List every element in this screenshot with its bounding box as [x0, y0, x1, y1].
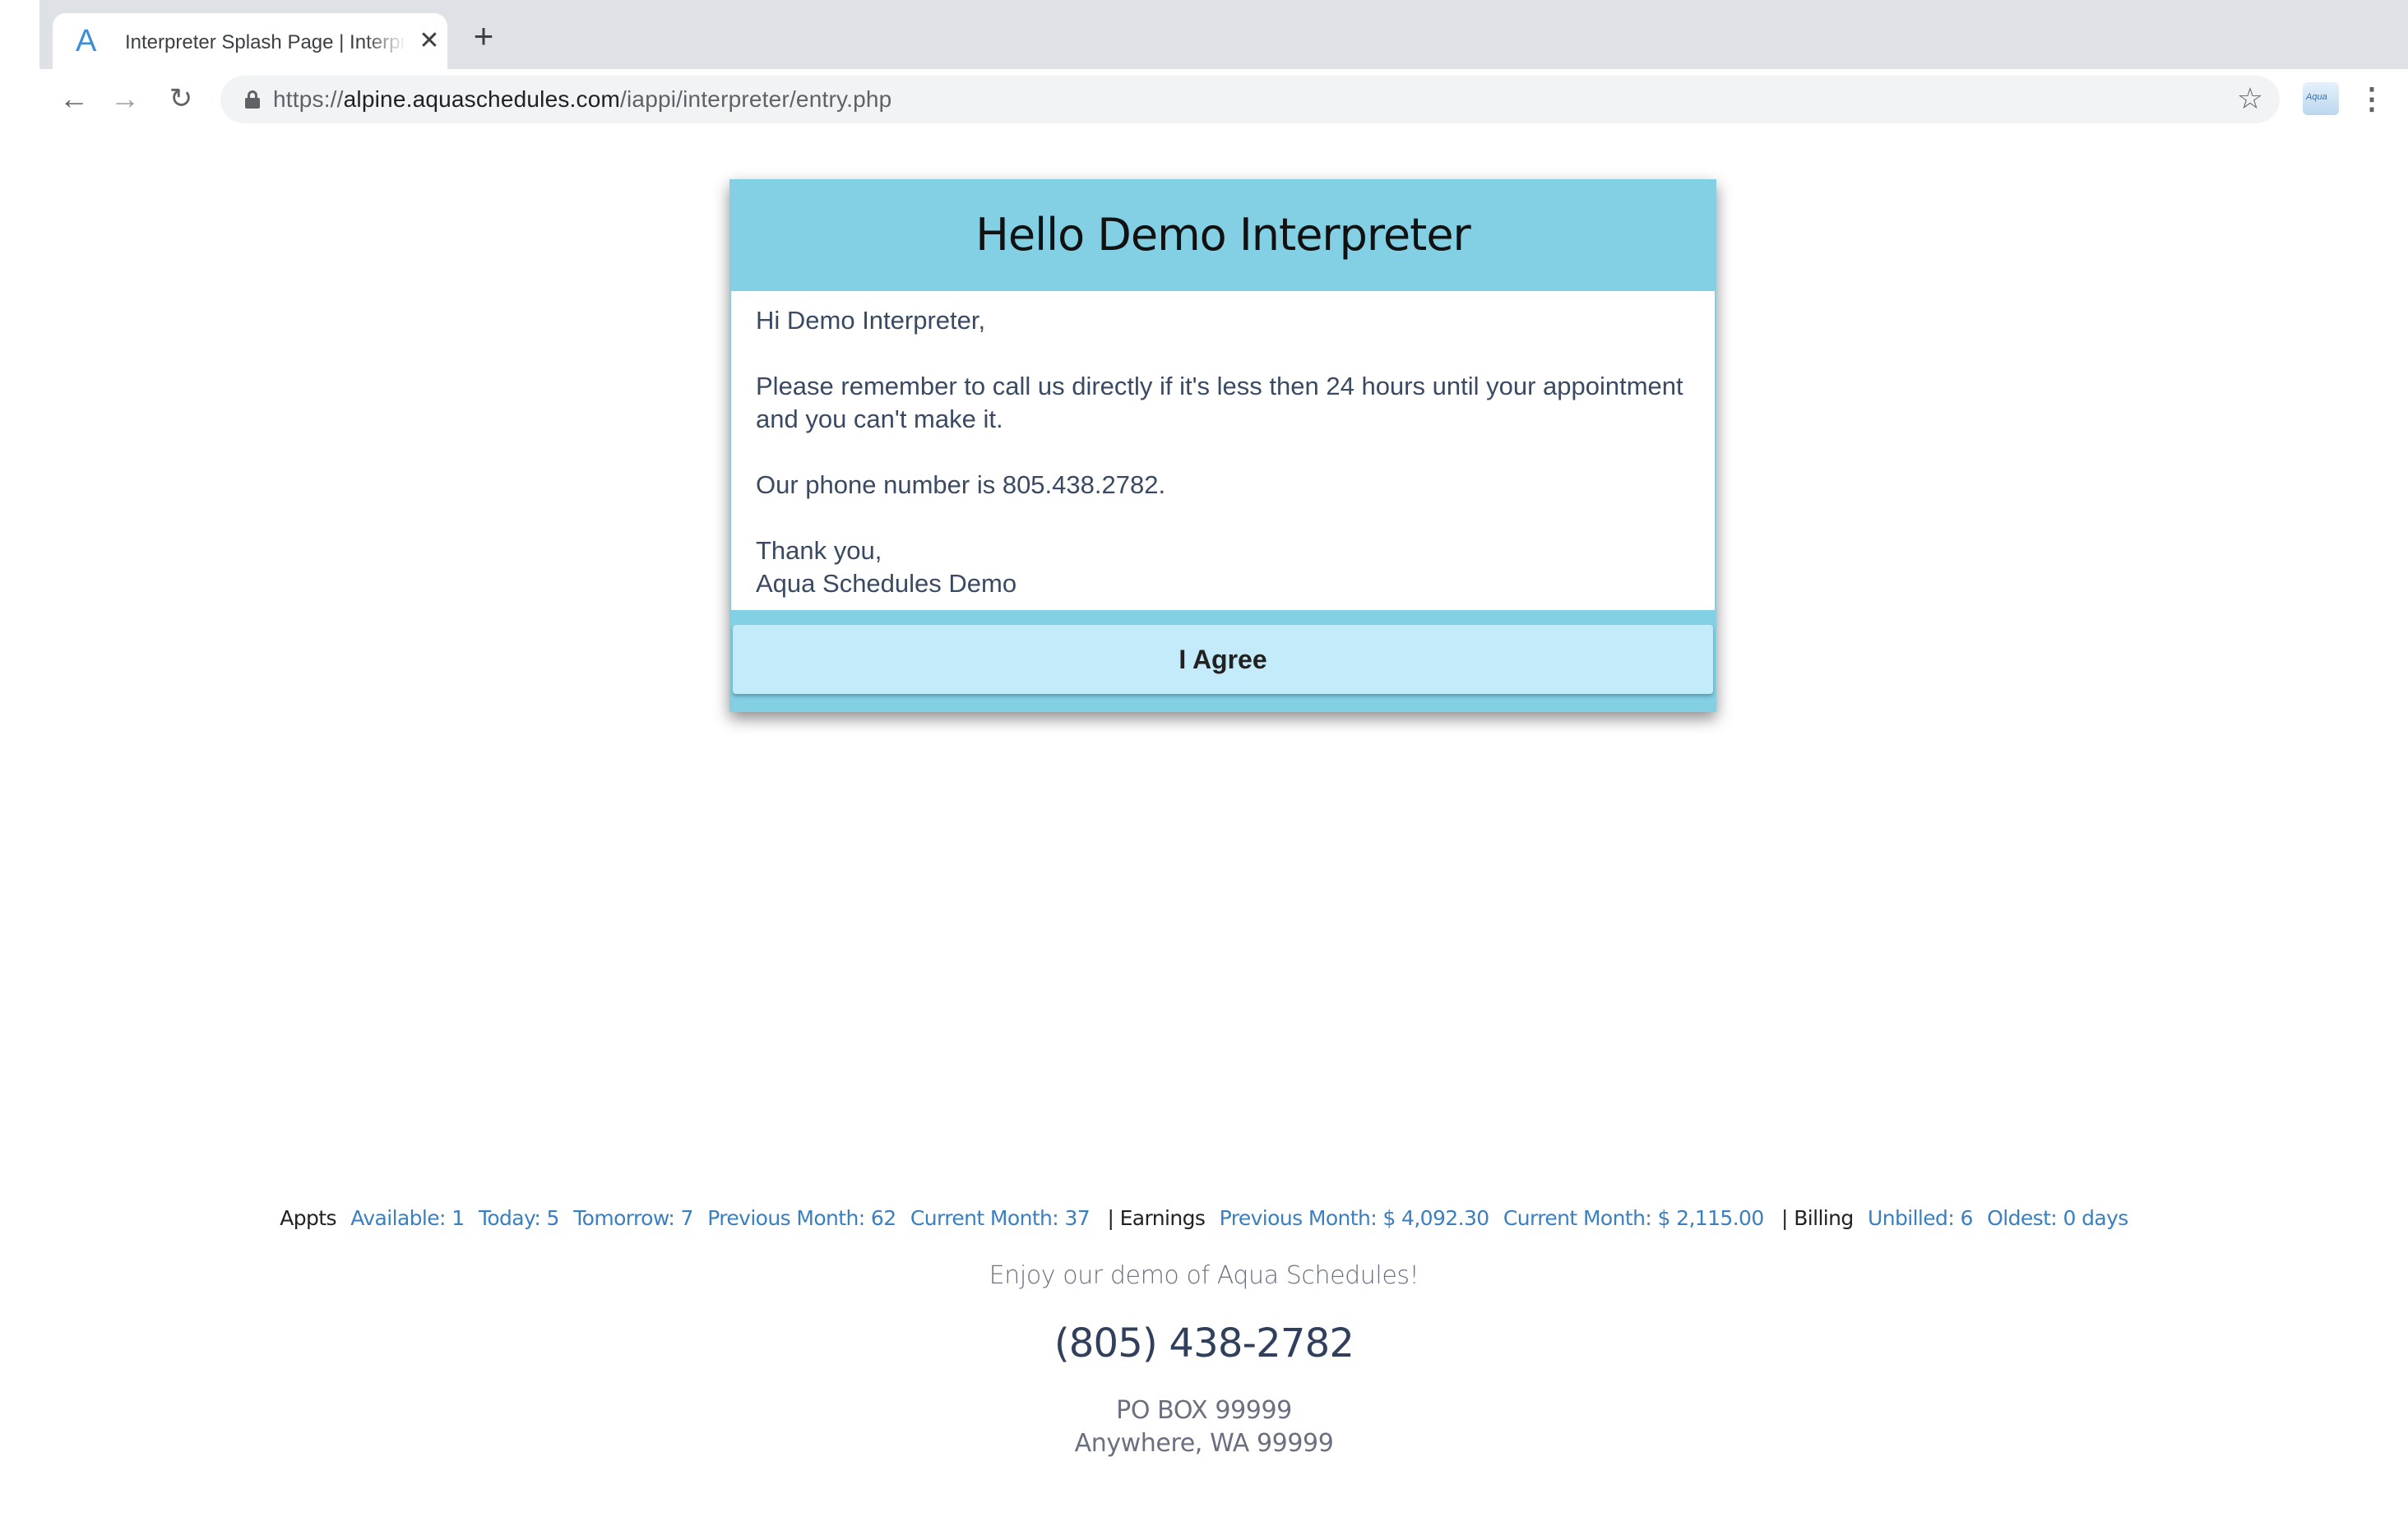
appts-tomorrow-link[interactable]: Tomorrow: 7	[573, 1206, 693, 1230]
earnings-label: | Earnings	[1107, 1206, 1206, 1230]
stats-bar: Appts Available: 1 Today: 5 Tomorrow: 7 …	[0, 1204, 2408, 1233]
favicon-icon: A	[76, 24, 97, 58]
footer-tagline: Enjoy our demo of Aqua Schedules!	[989, 1261, 1419, 1290]
close-icon[interactable]: ✕	[414, 26, 444, 56]
modal-body: Hi Demo Interpreter, Please remember to …	[731, 291, 1715, 610]
modal-header: Hello Demo Interpreter	[729, 179, 1716, 291]
tab-title: Interpreter Splash Page | Interpreter	[125, 31, 405, 53]
message-greeting: Hi Demo Interpreter,	[756, 306, 986, 335]
modal-footer: I Agree	[729, 610, 1716, 712]
agree-button[interactable]: I Agree	[733, 625, 1713, 694]
splash-modal: Hello Demo Interpreter Hi Demo Interpret…	[729, 179, 1716, 712]
lock-icon[interactable]	[245, 90, 260, 109]
appts-previous-month-link[interactable]: Previous Month: 62	[707, 1206, 896, 1230]
appts-available-link[interactable]: Available: 1	[350, 1206, 465, 1230]
message-reminder: Please remember to call us directly if i…	[756, 372, 1683, 433]
browser-tab[interactable]: A Interpreter Splash Page | Interpreter …	[53, 13, 447, 69]
address-line-1: PO BOX 99999	[1116, 1396, 1292, 1425]
menu-icon[interactable]: ⋮	[2357, 81, 2387, 117]
appts-label: Appts	[280, 1206, 336, 1230]
back-icon[interactable]: ←	[56, 81, 92, 117]
footer-phone: (805) 438-2782	[1054, 1320, 1354, 1366]
billing-oldest-link[interactable]: Oldest: 0 days	[1987, 1206, 2128, 1230]
reload-icon[interactable]: ↻	[163, 81, 199, 117]
url-path: /iappi/interpreter/entry.php	[620, 86, 892, 112]
message-thanks: Thank you,	[756, 536, 882, 565]
url-text[interactable]: https://alpine.aquaschedules.com/iappi/i…	[273, 86, 891, 113]
browser-toolbar: ← → ↻ https://alpine.aquaschedules.com/i…	[39, 69, 2408, 130]
address-bar[interactable]: https://alpine.aquaschedules.com/iappi/i…	[220, 76, 2280, 123]
address-line-2: Anywhere, WA 99999	[1074, 1429, 1334, 1458]
extension-icon[interactable]: Aqua	[2303, 82, 2339, 115]
billing-label: | Billing	[1781, 1206, 1854, 1230]
new-tab-icon[interactable]: +	[465, 18, 502, 54]
earnings-previous-month-link[interactable]: Previous Month: $ 4,092.30	[1220, 1206, 1490, 1230]
browser-chrome: A Interpreter Splash Page | Interpreter …	[39, 0, 2408, 130]
forward-icon[interactable]: →	[107, 81, 143, 117]
url-host: alpine.aquaschedules.com	[343, 86, 621, 112]
tab-strip: A Interpreter Splash Page | Interpreter …	[39, 0, 2408, 69]
earnings-current-month-link[interactable]: Current Month: $ 2,115.00	[1503, 1206, 1764, 1230]
message-signature: Aqua Schedules Demo	[756, 569, 1017, 598]
appts-current-month-link[interactable]: Current Month: 37	[910, 1206, 1091, 1230]
message-phone: Our phone number is 805.438.2782.	[756, 470, 1166, 499]
billing-unbilled-link[interactable]: Unbilled: 6	[1868, 1206, 1973, 1230]
modal-message: Hi Demo Interpreter, Please remember to …	[756, 304, 1693, 600]
modal-title: Hello Demo Interpreter	[975, 209, 1471, 261]
star-icon[interactable]: ☆	[2234, 82, 2267, 115]
footer-address: PO BOX 99999 Anywhere, WA 99999	[0, 1394, 2408, 1460]
url-scheme: https://	[273, 86, 344, 112]
appts-today-link[interactable]: Today: 5	[479, 1206, 560, 1230]
tab-title-fade	[365, 21, 406, 61]
